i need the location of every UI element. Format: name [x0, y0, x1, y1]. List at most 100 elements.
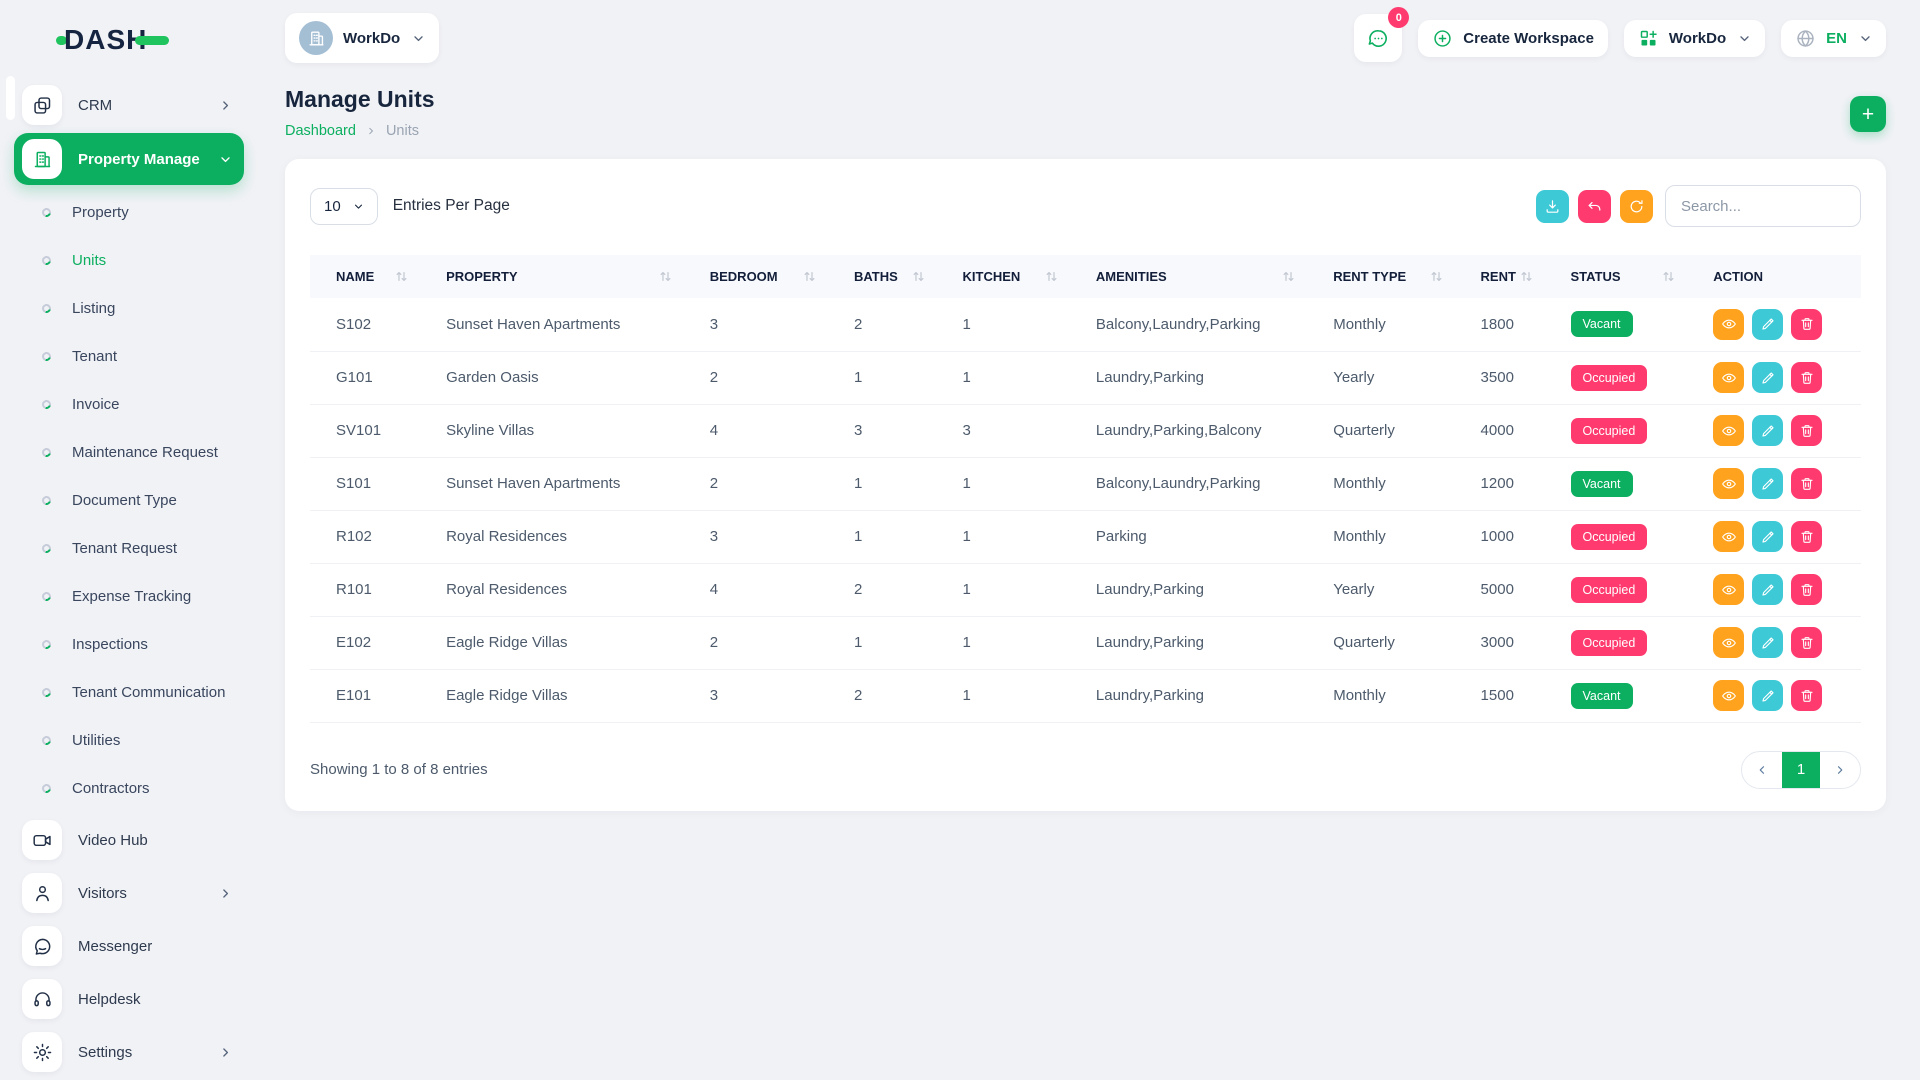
sidebar-item-listing[interactable]: Listing — [14, 284, 244, 332]
edit-button[interactable] — [1752, 521, 1783, 552]
bullet-icon — [40, 734, 52, 746]
breadcrumb-dashboard-link[interactable]: Dashboard — [285, 123, 356, 139]
edit-button[interactable] — [1752, 680, 1783, 711]
view-button[interactable] — [1713, 468, 1744, 499]
sidebar-item-expense-tracking[interactable]: Expense Tracking — [14, 572, 244, 620]
cell-action — [1701, 404, 1861, 457]
sort-icon[interactable] — [1520, 270, 1533, 283]
cell-baths: 2 — [842, 563, 951, 616]
cell-status: Occupied — [1559, 510, 1702, 563]
trash-icon — [1799, 316, 1815, 332]
column-header-rent: RENT — [1469, 255, 1559, 298]
view-button[interactable] — [1713, 574, 1744, 605]
sidebar-item-crm[interactable]: CRM — [14, 80, 244, 130]
breadcrumb-current: Units — [386, 123, 419, 139]
logo-bar-icon — [135, 36, 169, 45]
cell-rent-type: Quarterly — [1321, 404, 1468, 457]
status-badge: Vacant — [1571, 471, 1633, 497]
sidebar-item-messenger[interactable]: Messenger — [14, 921, 244, 971]
sort-icon[interactable] — [803, 270, 816, 283]
building-icon — [22, 139, 62, 179]
edit-button[interactable] — [1752, 362, 1783, 393]
workspace-selector[interactable]: WorkDo — [285, 13, 439, 63]
messages-button[interactable]: 0 — [1354, 14, 1402, 62]
delete-button[interactable] — [1791, 468, 1822, 499]
sidebar-item-inspections[interactable]: Inspections — [14, 620, 244, 668]
view-button[interactable] — [1713, 521, 1744, 552]
cell-status: Occupied — [1559, 616, 1702, 669]
pencil-icon — [1760, 316, 1776, 332]
sidebar-item-property-manage[interactable]: Property Manage — [14, 133, 244, 185]
eye-icon — [1721, 370, 1737, 386]
messenger-icon — [22, 926, 62, 966]
next-page-button[interactable] — [1820, 752, 1860, 788]
sidebar-item-settings[interactable]: Settings — [14, 1027, 244, 1077]
sort-icon[interactable] — [1662, 270, 1675, 283]
current-page-button[interactable]: 1 — [1782, 752, 1820, 788]
sidebar-item-label: Tenant — [72, 348, 117, 365]
search-input[interactable] — [1665, 185, 1861, 227]
cell-name: SV101 — [310, 404, 434, 457]
view-button[interactable] — [1713, 680, 1744, 711]
add-unit-button[interactable]: + — [1850, 96, 1886, 132]
delete-button[interactable] — [1791, 680, 1822, 711]
undo-button[interactable] — [1578, 190, 1611, 223]
cell-status: Occupied — [1559, 351, 1702, 404]
edit-button[interactable] — [1752, 309, 1783, 340]
sidebar-item-invoice[interactable]: Invoice — [14, 380, 244, 428]
sort-icon[interactable] — [659, 270, 672, 283]
edit-button[interactable] — [1752, 627, 1783, 658]
sidebar-item-contractors[interactable]: Contractors — [14, 764, 244, 812]
sidebar-item-maintenance-request[interactable]: Maintenance Request — [14, 428, 244, 476]
sidebar-item-tenant[interactable]: Tenant — [14, 332, 244, 380]
cell-rent: 4000 — [1469, 404, 1559, 457]
sidebar-item-helpdesk[interactable]: Helpdesk — [14, 974, 244, 1024]
sidebar-item-property[interactable]: Property — [14, 188, 244, 236]
sidebar-item-utilities[interactable]: Utilities — [14, 716, 244, 764]
sort-icon[interactable] — [1282, 270, 1295, 283]
sidebar-item-units[interactable]: Units — [14, 236, 244, 284]
delete-button[interactable] — [1791, 309, 1822, 340]
view-button[interactable] — [1713, 362, 1744, 393]
edit-button[interactable] — [1752, 468, 1783, 499]
column-header-property: PROPERTY — [434, 255, 698, 298]
create-workspace-button[interactable]: Create Workspace — [1418, 20, 1608, 57]
delete-button[interactable] — [1791, 627, 1822, 658]
delete-button[interactable] — [1791, 574, 1822, 605]
sidebar-item-video-hub[interactable]: Video Hub — [14, 815, 244, 865]
export-button[interactable] — [1536, 190, 1569, 223]
chevron-right-icon — [219, 887, 232, 900]
sidebar-item-label: Maintenance Request — [72, 444, 218, 461]
view-button[interactable] — [1713, 627, 1744, 658]
sidebar-item-tenant-request[interactable]: Tenant Request — [14, 524, 244, 572]
sidebar-item-visitors[interactable]: Visitors — [14, 868, 244, 918]
cell-rent: 1500 — [1469, 669, 1559, 722]
workdo-menu-button[interactable]: WorkDo — [1624, 20, 1765, 57]
previous-page-button[interactable] — [1742, 752, 1782, 788]
sidebar-item-label: Property Manage — [78, 151, 200, 168]
view-button[interactable] — [1713, 415, 1744, 446]
bullet-icon — [40, 254, 52, 266]
sort-icon[interactable] — [395, 270, 408, 283]
edit-button[interactable] — [1752, 574, 1783, 605]
sidebar-scrollbar[interactable] — [6, 76, 15, 120]
pagination: 1 — [1741, 751, 1861, 789]
delete-button[interactable] — [1791, 521, 1822, 552]
language-selector[interactable]: EN — [1781, 20, 1886, 57]
edit-button[interactable] — [1752, 415, 1783, 446]
entries-per-page-select[interactable]: 10 — [310, 188, 378, 225]
person-icon — [22, 873, 62, 913]
refresh-button[interactable] — [1620, 190, 1653, 223]
sort-icon[interactable] — [912, 270, 925, 283]
cell-name: R101 — [310, 563, 434, 616]
delete-button[interactable] — [1791, 362, 1822, 393]
column-header-action: ACTION — [1701, 255, 1861, 298]
cell-amenities: Laundry,Parking — [1084, 669, 1321, 722]
view-button[interactable] — [1713, 309, 1744, 340]
column-header-kitchen: KITCHEN — [951, 255, 1084, 298]
delete-button[interactable] — [1791, 415, 1822, 446]
sort-icon[interactable] — [1430, 270, 1443, 283]
sidebar-item-tenant-communication[interactable]: Tenant Communication — [14, 668, 244, 716]
sort-icon[interactable] — [1045, 270, 1058, 283]
sidebar-item-document-type[interactable]: Document Type — [14, 476, 244, 524]
